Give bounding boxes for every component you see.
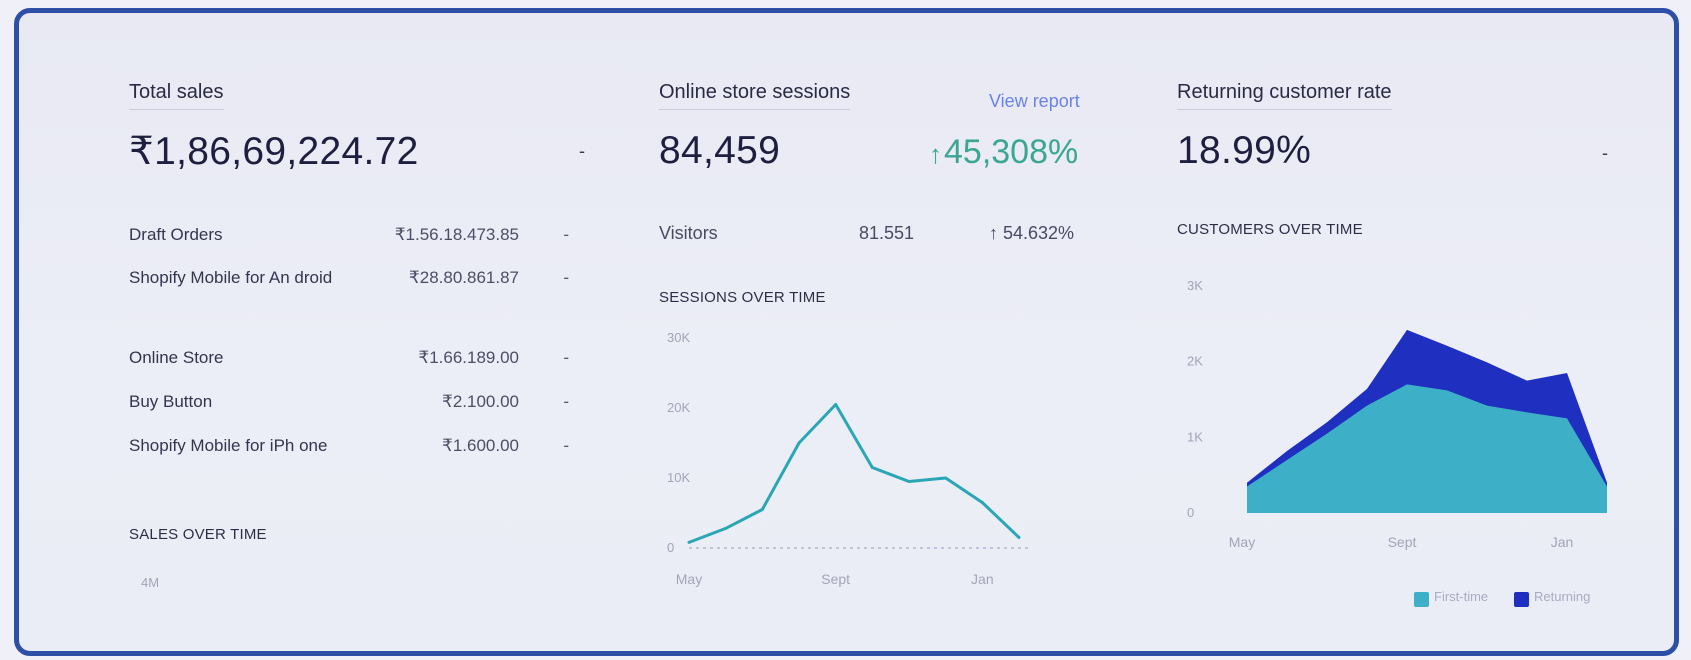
channel-label: Shopify Mobile for iPh one xyxy=(129,436,328,455)
channel-amount: ₹1.56.18.473.85 xyxy=(394,225,519,244)
sessions-point xyxy=(834,403,838,406)
dashboard-card: Total sales ₹1,86,69,224.72 - Draft Orde… xyxy=(14,8,1679,656)
y-tick-label: 1K xyxy=(1187,429,1203,444)
returning-value: 18.99% xyxy=(1177,129,1312,172)
returning-dash: - xyxy=(1602,143,1608,163)
channel-amount: ₹1.600.00 xyxy=(442,436,519,455)
visitors-value: 81.551 xyxy=(859,223,915,243)
customers-over-time-title: CUSTOMERS OVER TIME xyxy=(1177,221,1363,238)
customers-chart: 3K 2K 1K 0 May Sept Jan xyxy=(1187,278,1607,550)
legend-swatch-returning xyxy=(1514,592,1529,607)
y-tick-label: 20K xyxy=(667,400,690,415)
channel-dash: - xyxy=(563,268,569,287)
x-tick-label: May xyxy=(1229,534,1255,550)
y-tick-label: 0 xyxy=(1187,505,1194,520)
sessions-value: 84,459 xyxy=(659,129,781,172)
y-tick-label: 10K xyxy=(667,470,690,485)
sessions-over-time-title: SESSIONS OVER TIME xyxy=(659,289,826,306)
sessions-point xyxy=(980,501,984,504)
returning-title: Returning customer rate xyxy=(1177,81,1392,110)
y-tick-label: 2K xyxy=(1187,354,1203,369)
x-tick-label: May xyxy=(676,571,702,587)
channel-dash: - xyxy=(563,225,569,244)
x-tick-label: Jan xyxy=(1551,534,1574,550)
sessions-point xyxy=(724,526,728,530)
channel-label: Online Store xyxy=(129,348,224,367)
sales-over-time-title: SALES OVER TIME xyxy=(129,526,267,543)
sessions-point xyxy=(1017,536,1021,539)
view-report-link[interactable]: View report xyxy=(989,91,1080,112)
legend-first-time: First-time xyxy=(1434,589,1489,604)
sessions-point xyxy=(907,480,911,483)
visitors-delta: ↑ 54.632% xyxy=(989,223,1075,243)
y-tick-label: 30K xyxy=(667,330,690,345)
returning-panel: Returning customer rate 18.99% - CUSTOME… xyxy=(1177,13,1657,651)
channel-amount: ₹28.80.861.87 xyxy=(408,268,519,287)
x-tick-label: Jan xyxy=(971,571,994,587)
channel-label: Shopify Mobile for An droid xyxy=(129,268,333,287)
sessions-delta: ↑45,308% xyxy=(929,133,1078,172)
channel-dash: - xyxy=(563,436,569,455)
sessions-title: Online store sessions xyxy=(659,81,851,110)
sales-y-tick: 4M xyxy=(141,575,160,590)
legend-swatch-first-time xyxy=(1414,592,1429,607)
sessions-panel: Online store sessions View report 84,459… xyxy=(659,13,1119,651)
channel-label: Buy Button xyxy=(129,392,213,411)
visitors-label: Visitors xyxy=(659,223,718,243)
sessions-point xyxy=(944,476,948,480)
legend-returning: Returning xyxy=(1534,589,1591,604)
channel-dash: - xyxy=(563,392,569,411)
sessions-chart: 30K 20K 10K 0 May Sept Jan xyxy=(667,330,1029,587)
sessions-line xyxy=(688,403,1021,544)
channel-amount: ₹1.66.189.00 xyxy=(418,348,519,367)
y-tick-label: 0 xyxy=(667,540,674,555)
sessions-point xyxy=(797,441,801,445)
total-sales-dash: - xyxy=(579,141,585,161)
x-tick-label: Sept xyxy=(821,571,850,587)
channel-amount: ₹2.100.00 xyxy=(442,392,519,411)
sessions-point xyxy=(870,466,874,469)
total-sales-panel: Total sales ₹1,86,69,224.72 - Draft Orde… xyxy=(129,13,599,651)
x-tick-label: Sept xyxy=(1388,534,1417,550)
y-tick-label: 3K xyxy=(1187,278,1203,293)
channel-label: Draft Orders xyxy=(129,225,223,244)
sessions-delta-value: 45,308% xyxy=(944,133,1079,171)
up-arrow-icon: ↑ xyxy=(929,139,942,169)
total-sales-title: Total sales xyxy=(129,81,224,110)
sessions-point xyxy=(760,508,764,511)
sessions-point xyxy=(687,540,691,544)
channel-dash: - xyxy=(563,348,569,367)
total-sales-value: ₹1,86,69,224.72 xyxy=(129,130,419,173)
